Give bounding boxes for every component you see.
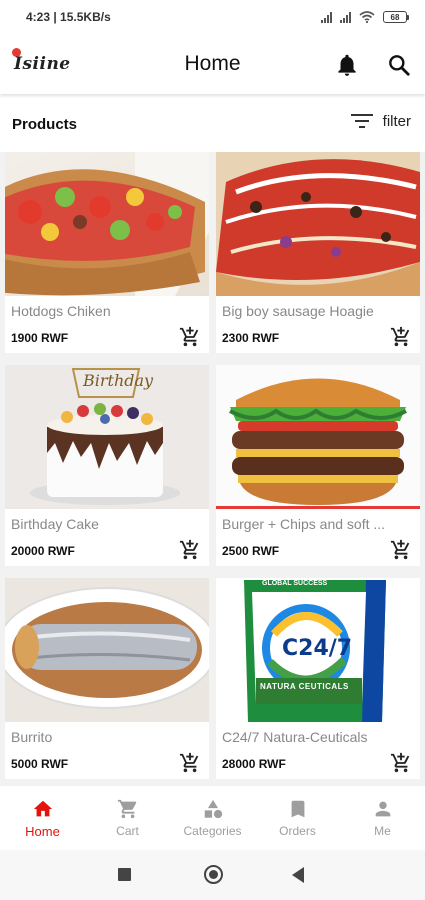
- bottom-nav: Home Cart Categories Orders Me: [0, 786, 425, 850]
- product-card[interactable]: Burger + Chips and soft ... 2500 RWF: [216, 365, 420, 566]
- search-icon[interactable]: [386, 52, 412, 78]
- add-to-cart-icon[interactable]: [179, 326, 201, 348]
- nav-label: Cart: [116, 824, 139, 838]
- system-nav-bar: [0, 850, 425, 900]
- status-time: 4:23 | 15.5KB/s: [26, 10, 111, 24]
- bookmark-icon: [291, 800, 304, 818]
- product-name: Big boy sausage Hoagie: [222, 303, 374, 319]
- product-image-burger: [216, 365, 420, 509]
- battery-icon: 68: [383, 11, 409, 23]
- cake-topper-text: Birthday: [83, 371, 154, 390]
- c247-sub-text: NATURA CEUTICALS: [260, 682, 349, 691]
- cart-icon: [117, 799, 136, 819]
- add-to-cart-icon[interactable]: [179, 752, 201, 774]
- home-icon: [33, 800, 52, 817]
- product-image-hoagie: [216, 152, 420, 296]
- c247-brand-text: GLOBAL SUCCESS: [262, 580, 328, 587]
- product-grid: Hotdogs Chiken 1900 RWF Big boy sausage …: [5, 152, 420, 779]
- filter-label: filter: [382, 112, 411, 130]
- product-name: Burger + Chips and soft ...: [222, 516, 386, 532]
- add-to-cart-icon[interactable]: [390, 752, 412, 774]
- product-price: 20000 RWF: [11, 544, 75, 558]
- filter-button[interactable]: filter: [350, 110, 411, 132]
- product-image-cake: Birthday: [5, 365, 209, 509]
- product-price: 2300 RWF: [222, 331, 280, 345]
- product-name: Hotdogs Chiken: [11, 303, 111, 319]
- signal-icon-2: [340, 11, 351, 23]
- categories-icon: [204, 799, 222, 819]
- product-name: Burrito: [11, 729, 53, 745]
- product-card[interactable]: GLOBAL SUCCESS C24/7 NATURA CEUTICALS C2…: [216, 578, 420, 779]
- nav-label: Categories: [183, 824, 242, 838]
- product-card[interactable]: Hotdogs Chiken 1900 RWF: [5, 152, 209, 353]
- product-name: Birthday Cake: [11, 516, 99, 532]
- product-image-hotdog: [5, 152, 209, 296]
- nav-item-orders[interactable]: Orders: [255, 786, 340, 850]
- product-price: 1900 RWF: [11, 331, 69, 345]
- system-back-button[interactable]: [292, 867, 304, 883]
- nav-item-home[interactable]: Home: [0, 786, 85, 850]
- nav-label: Orders: [279, 824, 316, 838]
- app-logo[interactable]: Isiine: [12, 48, 70, 80]
- app-bar: Isiine Home: [0, 34, 425, 94]
- product-price: 5000 RWF: [11, 757, 69, 771]
- c247-logo-text: C24/7: [282, 636, 353, 661]
- status-icons: 68: [321, 11, 409, 23]
- nav-item-categories[interactable]: Categories: [170, 786, 255, 850]
- signal-icon: [321, 11, 332, 23]
- add-to-cart-icon[interactable]: [390, 539, 412, 561]
- product-image-c247: GLOBAL SUCCESS C24/7 NATURA CEUTICALS: [216, 578, 420, 722]
- add-to-cart-icon[interactable]: [179, 539, 201, 561]
- wifi-icon: [359, 11, 375, 23]
- filter-icon: [350, 114, 373, 128]
- add-to-cart-icon[interactable]: [390, 326, 412, 348]
- status-bar: 4:23 | 15.5KB/s 68: [0, 0, 425, 34]
- product-name: C24/7 Natura-Ceuticals: [222, 729, 368, 745]
- product-image-burrito: [5, 578, 209, 722]
- product-price: 28000 RWF: [222, 757, 286, 771]
- product-price: 2500 RWF: [222, 544, 280, 558]
- recent-apps-button[interactable]: [118, 868, 131, 881]
- product-card[interactable]: Burrito 5000 RWF: [5, 578, 209, 779]
- nav-label: Me: [374, 824, 391, 838]
- products-title: Products: [12, 116, 78, 133]
- product-card[interactable]: Big boy sausage Hoagie 2300 RWF: [216, 152, 420, 353]
- system-home-button[interactable]: [204, 865, 223, 884]
- image-underline: [216, 506, 420, 509]
- nav-item-me[interactable]: Me: [340, 786, 425, 850]
- products-header: Products filter: [0, 94, 425, 152]
- product-card[interactable]: Birthday Birthday Cake 20000 RWF: [5, 365, 209, 566]
- nav-label: Home: [25, 824, 60, 839]
- person-icon: [375, 801, 390, 817]
- bell-icon[interactable]: [334, 52, 360, 78]
- nav-item-cart[interactable]: Cart: [85, 786, 170, 850]
- logo-text: Isiine: [14, 54, 71, 74]
- battery-level: 68: [383, 11, 407, 23]
